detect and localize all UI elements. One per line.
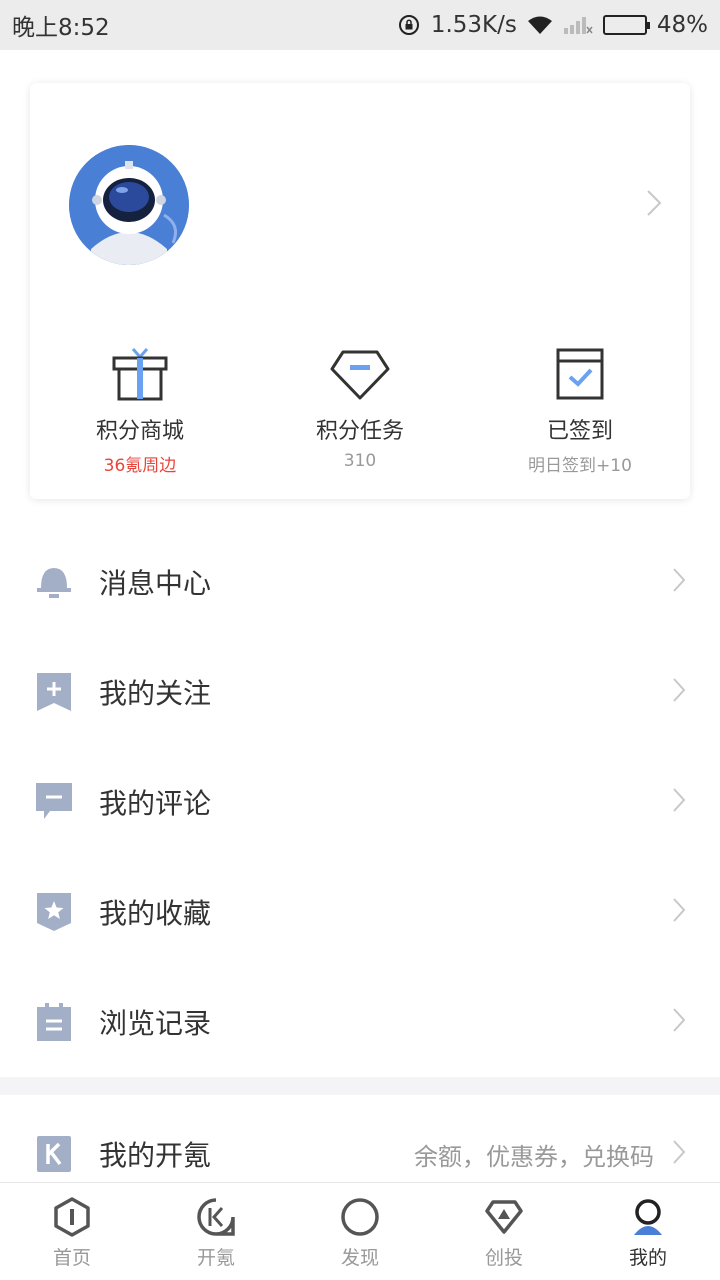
tab-venture[interactable]: 创投: [432, 1183, 576, 1280]
menu-label: 我的开氪: [99, 1139, 212, 1172]
points-mall-sub: 36氪周边: [103, 456, 177, 476]
menu-item-message-center[interactable]: 消息中心: [0, 527, 720, 637]
chevron-right-icon: [672, 1139, 686, 1169]
points-mall-label: 积分商城: [95, 419, 184, 444]
compass-icon: [341, 1198, 379, 1236]
network-speed: 1.53K/s: [430, 12, 517, 38]
rotation-lock-icon: [397, 13, 421, 37]
tab-home[interactable]: 首页: [0, 1183, 144, 1280]
k-icon: [36, 1136, 72, 1172]
menu-list: 消息中心 我的关注 我的评论 我的收藏 浏览记录: [0, 527, 720, 1077]
wallet-extra: 余额，优惠券，兑换码: [414, 1142, 654, 1171]
tab-label: 创投: [484, 1247, 523, 1269]
profile-card[interactable]: 积分商城 36氪周边 积分任务 310 已签到 明日签到+10: [30, 83, 690, 499]
kaike-icon: [197, 1198, 235, 1236]
history-icon: [36, 1003, 72, 1041]
chevron-right-icon: [672, 897, 686, 927]
menu-item-my-follows[interactable]: 我的关注: [0, 637, 720, 747]
section-divider: [0, 1077, 720, 1095]
tab-kaike[interactable]: 开氪: [144, 1183, 288, 1280]
diamond-icon: [330, 350, 390, 400]
check-in-label: 已签到: [546, 419, 613, 444]
menu-label: 浏览记录: [99, 1007, 212, 1040]
status-icons: 1.53K/s 48%: [397, 12, 708, 38]
points-tasks[interactable]: 积分任务 310: [250, 341, 470, 476]
tab-label: 开氪: [196, 1247, 235, 1269]
menu-label: 我的关注: [99, 677, 212, 710]
menu-item-my-comments[interactable]: 我的评论: [0, 747, 720, 857]
avatar[interactable]: [69, 145, 189, 265]
tab-discover[interactable]: 发现: [288, 1183, 432, 1280]
profile-icon: [634, 1199, 662, 1235]
menu-label: 我的评论: [99, 787, 212, 820]
home-icon: [54, 1197, 90, 1237]
gift-icon: [112, 348, 168, 401]
tab-me[interactable]: 我的: [576, 1183, 720, 1280]
menu-item-browsing-history[interactable]: 浏览记录: [0, 967, 720, 1077]
menu-label: 消息中心: [99, 567, 212, 600]
points-value: 310: [343, 451, 377, 471]
status-bar: 晚上8:52 1.53K/s 48%: [0, 0, 720, 50]
tab-label: 发现: [340, 1247, 379, 1269]
menu-label: 我的收藏: [99, 897, 212, 930]
bell-icon: [36, 564, 72, 600]
check-in-sub: 明日签到+10: [528, 456, 632, 476]
tab-label: 我的: [628, 1247, 667, 1269]
venture-icon: [485, 1200, 523, 1234]
signal-icon: [563, 15, 593, 35]
bottom-tab-bar: 首页 开氪 发现 创投 我的: [0, 1182, 720, 1280]
chevron-right-icon: [672, 567, 686, 597]
menu-item-my-favorites[interactable]: 我的收藏: [0, 857, 720, 967]
calendar-check-icon: [556, 348, 604, 400]
chevron-right-icon: [646, 189, 662, 221]
chevron-right-icon: [672, 1007, 686, 1037]
points-stats: 积分商城 36氪周边 积分任务 310 已签到 明日签到+10: [30, 341, 690, 476]
battery-icon: [602, 15, 650, 35]
check-in[interactable]: 已签到 明日签到+10: [470, 341, 690, 476]
chevron-right-icon: [672, 677, 686, 707]
astronaut-avatar-icon: [69, 145, 189, 265]
wifi-icon: [527, 15, 553, 35]
chevron-right-icon: [672, 787, 686, 817]
battery-percent: 48%: [656, 12, 708, 38]
tab-label: 首页: [52, 1247, 91, 1269]
comment-icon: [36, 783, 72, 820]
points-mall[interactable]: 积分商城 36氪周边: [30, 341, 250, 476]
bookmark-plus-icon: [36, 673, 72, 711]
points-tasks-label: 积分任务: [315, 419, 404, 444]
star-bookmark-icon: [36, 893, 72, 931]
status-time: 晚上8:52: [12, 15, 110, 41]
